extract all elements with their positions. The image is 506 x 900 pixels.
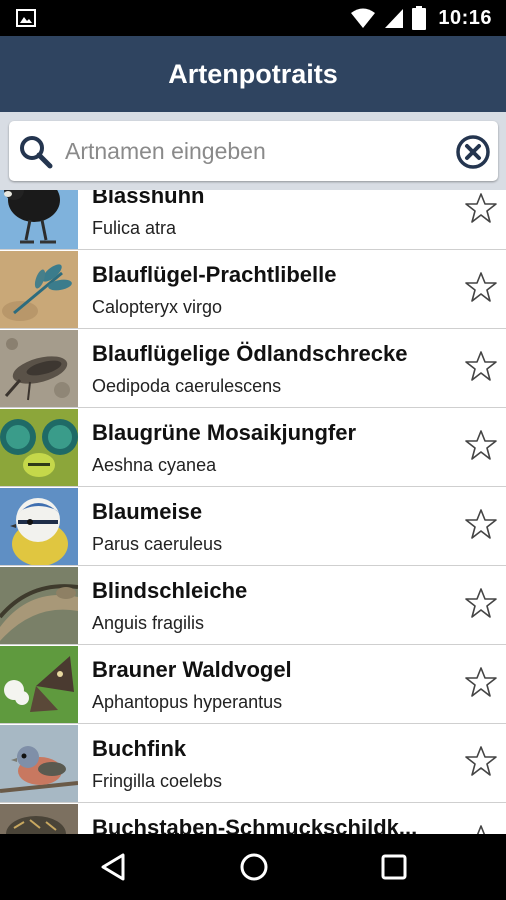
species-latin-name: Fulica atra [92,218,177,238]
gallery-icon [16,9,36,27]
list-item[interactable]: Blaugrüne Mosaikjungfer Aeshna cyanea [0,408,506,487]
list-item[interactable]: Blaumeise Parus caeruleus [0,487,506,566]
navigation-bar [0,834,506,900]
list-item[interactable]: Buchfink Fringilla coelebs [0,724,506,803]
species-name: Buchstaben-Schmuckschildk... [92,815,418,834]
search-box[interactable] [9,121,498,181]
list-item[interactable]: Blauflügel-Prachtlibelle Calopteryx virg… [0,250,506,329]
species-thumbnail [0,190,78,249]
app-bar: Artenpotraits [0,36,506,112]
page-title: Artenpotraits [168,58,338,89]
list-item[interactable]: Blindschleiche Anguis fragilis [0,566,506,645]
star-icon[interactable] [465,271,497,303]
species-latin-name: Calopteryx virgo [92,297,223,317]
species-latin-name: Aeshna cyanea [92,455,217,475]
star-icon[interactable] [465,587,497,619]
species-name: Buchfink [92,736,187,761]
star-icon[interactable] [465,350,497,382]
clear-icon[interactable] [454,133,492,171]
home-icon[interactable] [239,852,269,882]
species-latin-name: Oedipoda caerulescens [92,376,282,396]
back-icon[interactable] [99,853,127,881]
status-bar: 10:16 [0,0,506,36]
species-name: Blauflügel-Prachtlibelle [92,262,337,287]
status-time: 10:16 [438,6,492,29]
search-input[interactable] [65,131,445,171]
star-icon[interactable] [465,745,497,777]
species-latin-name: Parus caeruleus [92,534,223,554]
species-thumbnail [0,567,78,644]
wifi-icon [351,8,376,28]
search-icon[interactable] [17,133,55,171]
species-name: Blässhuhn [92,190,205,208]
species-thumbnail [0,251,78,328]
search-area [0,112,506,190]
species-name: Blaugrüne Mosaikjungfer [92,420,357,445]
species-list-content: Blässhuhn Fulica atra Blauflügel-Prachtl… [0,190,506,834]
recents-icon[interactable] [380,853,408,881]
star-icon[interactable] [465,429,497,461]
species-thumbnail [0,330,78,407]
star-icon[interactable] [465,508,497,540]
battery-icon [412,6,427,30]
status-icons: 10:16 [350,0,492,36]
star-icon[interactable] [465,824,497,834]
species-latin-name: Anguis fragilis [92,613,205,633]
app-screen: 10:16 Artenpotraits Artnamen eingeben Bl… [0,0,506,900]
species-name: Blauflügelige Ödlandschrecke [92,341,408,366]
species-name: Blindschleiche [92,578,248,603]
list-item[interactable]: Brauner Waldvogel Aphantopus hyperantus [0,645,506,724]
list-item[interactable]: Buchstaben-Schmuckschildk... [0,803,506,834]
species-thumbnail [0,725,78,802]
list-item[interactable]: Blässhuhn Fulica atra [0,190,506,250]
star-icon[interactable] [465,666,497,698]
species-thumbnail [0,409,78,486]
cellular-signal-icon [385,9,404,28]
species-list[interactable]: Blässhuhn Fulica atra Blauflügel-Prachtl… [0,190,506,834]
star-icon[interactable] [465,192,497,224]
species-thumbnail [0,488,78,565]
species-name: Blaumeise [92,499,203,524]
species-latin-name: Aphantopus hyperantus [92,692,283,712]
species-thumbnail [0,646,78,723]
species-name: Brauner Waldvogel [92,657,292,682]
species-latin-name: Fringilla coelebs [92,771,223,791]
species-thumbnail [0,804,78,834]
list-item[interactable]: Blauflügelige Ödlandschrecke Oedipoda ca… [0,329,506,408]
